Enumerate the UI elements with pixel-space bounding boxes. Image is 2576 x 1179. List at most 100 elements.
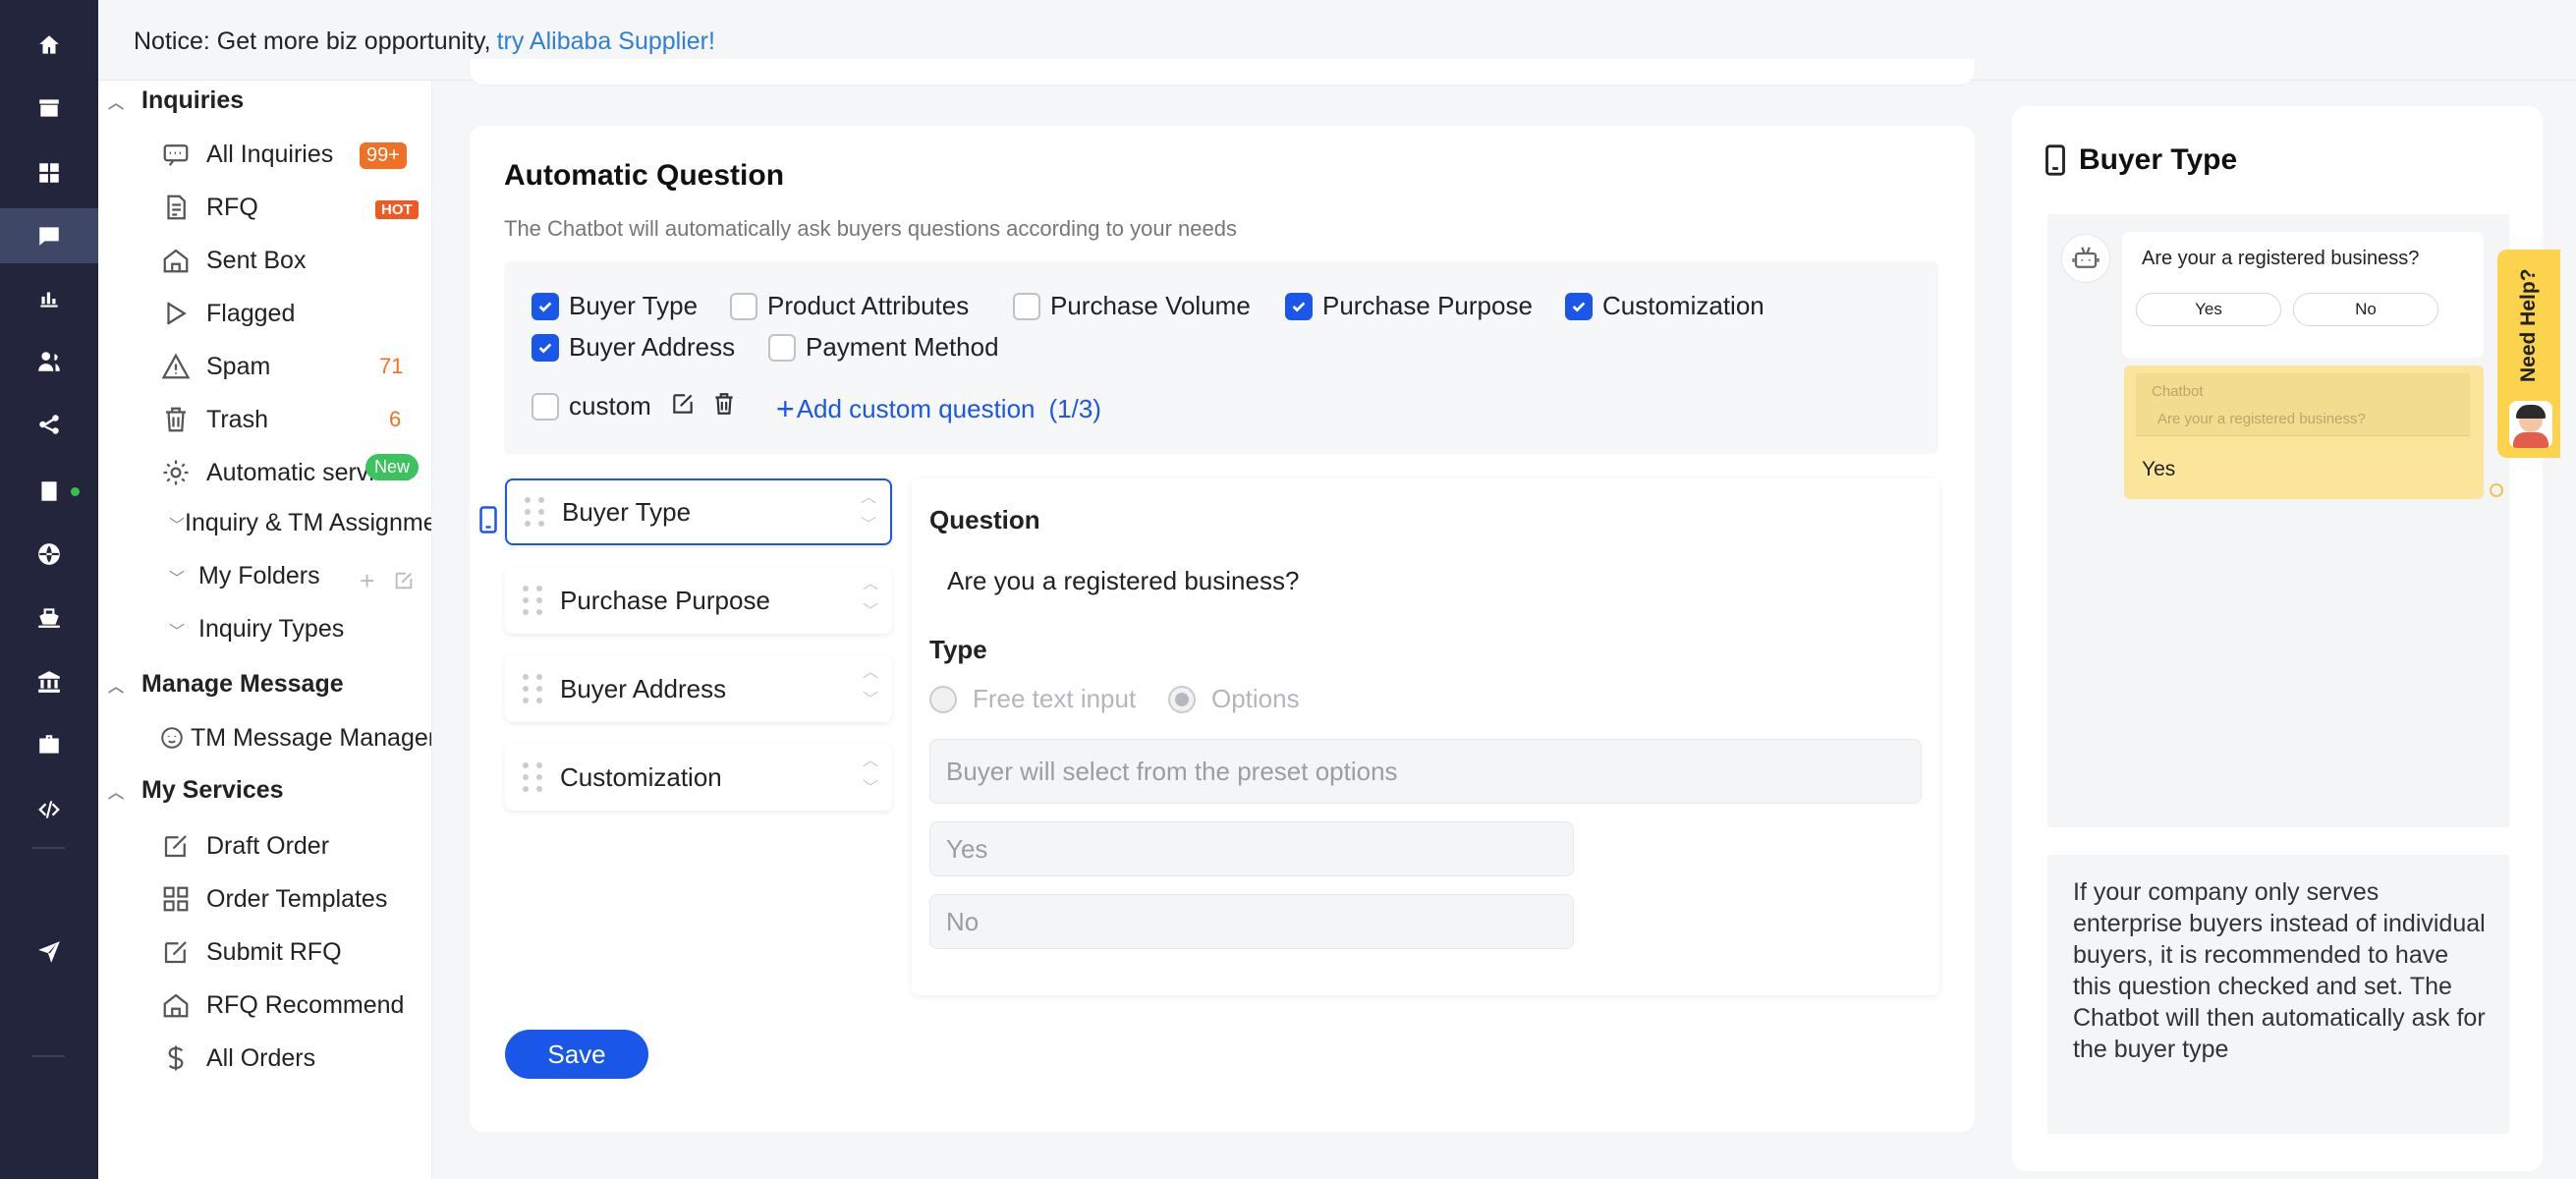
chart-icon[interactable]	[0, 271, 98, 326]
section-inquiries[interactable]: ︿ Inquiries	[108, 86, 244, 115]
menu-label: RFQ	[206, 193, 258, 221]
notice-link[interactable]: try Alibaba Supplier!	[497, 28, 715, 56]
preview-description: If your company only serves enterprise b…	[2073, 878, 2486, 1063]
house-icon	[159, 244, 193, 277]
checkbox-buyer-type[interactable]: Buyer Type	[532, 291, 698, 321]
add-custom-count: (1/3)	[1048, 394, 1101, 423]
radio-free-text[interactable]: Free text input	[929, 684, 1136, 714]
orders-icon[interactable]	[0, 464, 98, 519]
drag-handle-icon[interactable]	[523, 674, 544, 703]
drag-handle-icon[interactable]	[523, 586, 544, 615]
checkbox-custom[interactable]: custom	[532, 391, 651, 421]
menu-item-all-orders[interactable]: All Orders	[159, 1041, 315, 1075]
menu-label: All Inquiries	[206, 140, 334, 168]
question-item-purchase-purpose[interactable]: Purchase Purpose ︿ ﹀	[505, 567, 892, 634]
robot-avatar	[2061, 234, 2110, 283]
menu-item-draft-order[interactable]: Draft Order	[159, 829, 329, 863]
menu-item-sent-box[interactable]: Sent Box	[159, 244, 306, 277]
globe-icon[interactable]	[0, 527, 98, 582]
previous-card-edge	[470, 59, 1975, 84]
status-dot	[71, 487, 80, 496]
arrow-up-icon[interactable]: ︿ ﹀	[863, 571, 878, 626]
menu-item-trash[interactable]: Trash	[159, 403, 268, 436]
preview-no-button[interactable]: No	[2293, 293, 2438, 326]
menu-item-spam[interactable]: Spam	[159, 350, 270, 383]
checkbox-label: custom	[569, 391, 651, 421]
option-yes-field: Yes	[929, 821, 1574, 876]
menu-item-all-inquiries[interactable]: All Inquiries	[159, 138, 333, 171]
flag-icon	[159, 297, 193, 330]
section-manage-message[interactable]: ︿ Manage Message	[108, 670, 344, 699]
question-item-buyer-address[interactable]: Buyer Address ︿ ﹀	[505, 655, 892, 722]
home-icon[interactable]	[0, 18, 98, 73]
checkbox-label: Product Attributes	[767, 291, 970, 320]
section-label: My Services	[141, 776, 284, 804]
message-icon[interactable]	[0, 208, 98, 263]
section-my-services[interactable]: ︿ My Services	[108, 776, 284, 805]
menu-item-inquiry-types[interactable]: ﹀ Inquiry Types	[169, 615, 344, 644]
menu-item-order-templates[interactable]: Order Templates	[159, 882, 387, 916]
bank-icon[interactable]	[0, 654, 98, 709]
question-item-buyer-type[interactable]: Buyer Type ︿ ﹀	[505, 478, 892, 545]
edit-folder-icon[interactable]	[393, 570, 415, 591]
drag-handle-icon[interactable]	[525, 497, 546, 527]
quote-sender: Chatbot	[2152, 383, 2204, 400]
inbox-icon	[159, 138, 193, 171]
notice-text: Notice: Get more biz opportunity,	[134, 28, 491, 55]
robot-icon	[2072, 247, 2100, 268]
app-rail	[0, 0, 98, 1179]
checkbox-product-attributes[interactable]: Product Attributes	[730, 291, 969, 321]
radio-unselected-icon	[929, 685, 957, 713]
trash-count: 6	[389, 407, 402, 431]
store-icon[interactable]	[0, 81, 98, 136]
menu-label: Inquiry & TM Assignment	[185, 509, 432, 536]
users-icon[interactable]	[0, 334, 98, 389]
ship-icon[interactable]	[0, 590, 98, 645]
share-icon[interactable]	[0, 397, 98, 452]
menu-label: TM Message Management	[191, 723, 431, 752]
checkbox-buyer-address[interactable]: Buyer Address	[532, 332, 735, 363]
add-folder-icon[interactable]: +	[360, 566, 374, 596]
menu-item-my-folders[interactable]: ﹀ My Folders	[169, 562, 320, 590]
question-item-label: Customization	[560, 761, 722, 792]
menu-label: RFQ Recommend	[206, 990, 405, 1019]
apps-icon[interactable]	[0, 145, 98, 200]
checkbox-label: Purchase Purpose	[1322, 291, 1533, 320]
trash-icon[interactable]	[711, 391, 737, 417]
menu-item-flagged[interactable]: Flagged	[159, 297, 295, 330]
arrow-up-icon[interactable]: ︿ ﹀	[863, 748, 878, 803]
page-title: Automatic Question	[504, 159, 785, 192]
radio-options[interactable]: Options	[1168, 684, 1300, 714]
menu-label: Spam	[206, 352, 271, 380]
menu-label: Draft Order	[206, 831, 330, 860]
menu-item-rfq[interactable]: RFQ	[159, 191, 258, 224]
send-icon[interactable]	[0, 924, 98, 979]
code-icon[interactable]	[0, 782, 98, 837]
save-button[interactable]: Save	[505, 1030, 648, 1079]
checkbox-purchase-purpose[interactable]: Purchase Purpose	[1285, 291, 1533, 321]
question-item-label: Purchase Purpose	[560, 585, 770, 615]
menu-item-inquiry-tm[interactable]: ﹀ Inquiry & TM Assignment	[169, 509, 432, 537]
menu-item-tm-message[interactable]: TM Message Management	[159, 721, 431, 755]
briefcase-icon[interactable]	[0, 717, 98, 772]
menu-item-submit-rfq[interactable]: Submit RFQ	[159, 935, 342, 969]
preview-yes-button[interactable]: Yes	[2136, 293, 2281, 326]
side-menu: ︿ Inquiries All Inquiries 99+ RFQ HOT Sen…	[98, 81, 432, 1179]
support-agent-avatar	[2509, 401, 2552, 448]
menu-item-rfq-recommend[interactable]: RFQ Recommend	[159, 988, 404, 1022]
arrow-up-icon[interactable]: ︿ ﹀	[861, 484, 876, 539]
edit-icon	[159, 935, 193, 969]
checkbox-purchase-volume[interactable]: Purchase Volume	[1013, 291, 1251, 321]
question-text[interactable]: Are you a registered business?	[947, 566, 1299, 596]
edit-icon[interactable]	[670, 391, 696, 417]
drag-handle-icon[interactable]	[523, 762, 544, 792]
menu-label: Order Templates	[206, 884, 388, 913]
checkbox-label: Buyer Type	[569, 291, 699, 320]
radio-label: Free text input	[973, 684, 1137, 713]
add-custom-question-link[interactable]: + Add custom question (1/3)	[776, 391, 1101, 427]
arrow-up-icon[interactable]: ︿ ﹀	[863, 659, 878, 714]
checkbox-customization[interactable]: Customization	[1565, 291, 1764, 321]
question-item-customization[interactable]: Customization ︿ ﹀	[505, 744, 892, 811]
checkbox-payment-method[interactable]: Payment Method	[768, 332, 999, 363]
house-icon	[159, 988, 193, 1022]
